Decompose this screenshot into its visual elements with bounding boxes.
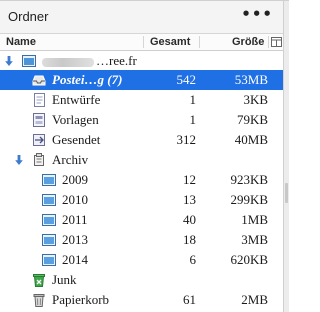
expand-twisty-icon[interactable] bbox=[4, 55, 14, 67]
sent-icon bbox=[33, 134, 45, 146]
column-header: Name Gesamt Größe bbox=[0, 34, 283, 51]
more-options-button[interactable]: ••• bbox=[241, 5, 273, 23]
folder-size: 3KB bbox=[243, 92, 268, 107]
folder-icon bbox=[42, 214, 56, 226]
folder-name: Postei…g (7) bbox=[52, 72, 123, 87]
folder-pane: Ordner ••• Name Gesamt Größe …ree.fr Pos… bbox=[0, 0, 289, 312]
folder-total: 18 bbox=[183, 232, 196, 247]
folder-row-junk[interactable]: Junk bbox=[0, 270, 283, 290]
scrollbar-thumb[interactable] bbox=[285, 183, 288, 203]
redacted-account-name bbox=[42, 57, 94, 67]
folder-name: Papierkorb bbox=[52, 292, 110, 307]
folder-total: 1 bbox=[189, 92, 197, 107]
pane-resize-edge[interactable] bbox=[283, 1, 289, 312]
folder-name: Vorlagen bbox=[52, 112, 99, 127]
folder-total: 61 bbox=[183, 292, 196, 307]
junk-icon bbox=[33, 274, 45, 287]
folder-total: 542 bbox=[176, 72, 197, 87]
folder-total: 6 bbox=[189, 252, 197, 267]
folder-size: 923KB bbox=[230, 172, 268, 187]
pane-title: Ordner bbox=[8, 9, 49, 24]
folder-pane-header: Ordner ••• bbox=[0, 1, 283, 34]
column-size-header[interactable]: Größe bbox=[232, 36, 264, 49]
folder-name: Entwürfe bbox=[52, 92, 101, 107]
folder-size: 40MB bbox=[234, 132, 268, 147]
folder-size: 79KB bbox=[236, 112, 268, 127]
column-divider[interactable] bbox=[143, 36, 144, 48]
folder-total: 13 bbox=[183, 192, 196, 207]
templates-icon bbox=[33, 113, 45, 127]
folder-icon bbox=[42, 174, 56, 186]
folder-icon bbox=[42, 194, 56, 206]
folder-row-posteingang[interactable]: Postei…g (7) 542 53MB bbox=[0, 70, 283, 90]
column-total-header[interactable]: Gesamt bbox=[150, 36, 190, 49]
folder-row-archiv[interactable]: Archiv bbox=[0, 150, 283, 170]
folder-size: 1MB bbox=[241, 212, 268, 227]
folder-name: Archiv bbox=[52, 152, 89, 167]
folder-total: 1 bbox=[189, 112, 197, 127]
folder-total: 312 bbox=[176, 132, 197, 147]
column-picker-icon[interactable] bbox=[270, 35, 283, 49]
folder-name: Junk bbox=[52, 272, 77, 287]
drafts-icon bbox=[34, 93, 45, 107]
folder-name: 2009 bbox=[62, 172, 88, 187]
folder-total: 40 bbox=[183, 212, 196, 227]
folder-row-2011[interactable]: 2011 40 1MB bbox=[0, 210, 283, 230]
folder-size: 299KB bbox=[230, 192, 268, 207]
inbox-icon bbox=[32, 75, 46, 86]
folder-tree: …ree.fr Postei…g (7) 542 53MB Entwürfe 1… bbox=[0, 51, 283, 312]
folder-size: 2MB bbox=[241, 292, 268, 307]
expand-twisty-icon[interactable] bbox=[14, 154, 24, 166]
account-name: …ree.fr bbox=[96, 53, 137, 68]
archive-icon bbox=[34, 153, 44, 166]
column-name-header[interactable]: Name bbox=[6, 36, 36, 49]
folder-row-gesendet[interactable]: Gesendet 312 40MB bbox=[0, 130, 283, 150]
folder-row-2009[interactable]: 2009 12 923KB bbox=[0, 170, 283, 190]
folder-name: 2013 bbox=[62, 232, 88, 247]
folder-size: 53MB bbox=[234, 72, 268, 87]
folder-name: 2010 bbox=[62, 192, 88, 207]
folder-size: 3MB bbox=[241, 232, 268, 247]
folder-row-2010[interactable]: 2010 13 299KB bbox=[0, 190, 283, 210]
account-icon bbox=[22, 55, 36, 67]
folder-size: 620KB bbox=[230, 252, 268, 267]
folder-name: Gesendet bbox=[52, 132, 101, 147]
account-row[interactable]: …ree.fr bbox=[0, 51, 283, 71]
folder-row-papierkorb[interactable]: Papierkorb 61 2MB bbox=[0, 290, 283, 310]
folder-icon bbox=[42, 254, 56, 266]
folder-name: 2011 bbox=[62, 212, 88, 227]
trash-icon bbox=[33, 294, 45, 307]
folder-row-2013[interactable]: 2013 18 3MB bbox=[0, 230, 283, 250]
folder-name: 2014 bbox=[62, 252, 88, 267]
folder-total: 12 bbox=[183, 172, 196, 187]
folder-icon bbox=[42, 234, 56, 246]
folder-row-2014[interactable]: 2014 6 620KB bbox=[0, 250, 283, 270]
folder-row-vorlagen[interactable]: Vorlagen 1 79KB bbox=[0, 110, 283, 130]
folder-row-entwuerfe[interactable]: Entwürfe 1 3KB bbox=[0, 90, 283, 110]
column-divider[interactable] bbox=[268, 36, 269, 48]
column-divider[interactable] bbox=[199, 36, 200, 48]
